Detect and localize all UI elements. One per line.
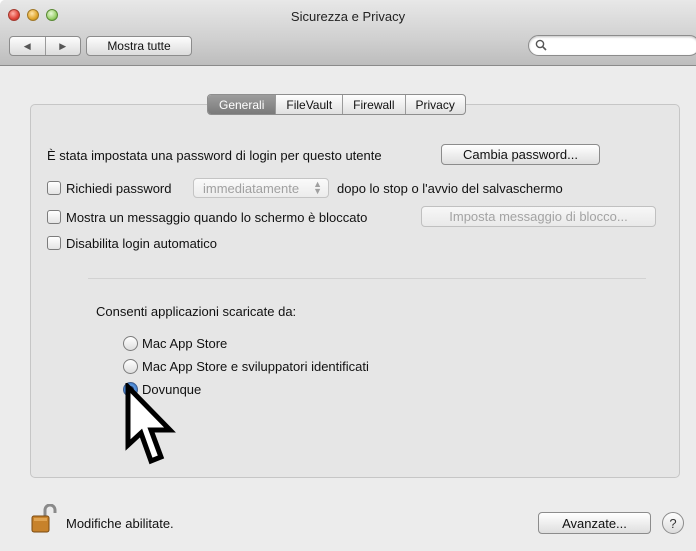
- search-field[interactable]: [528, 35, 696, 56]
- require-password-delay-select[interactable]: immediatamente ▲ ▼: [193, 178, 329, 198]
- tab-firewall[interactable]: Firewall: [342, 95, 404, 114]
- search-icon: [535, 39, 547, 51]
- back-forward-control: ◀ ▶: [9, 36, 81, 56]
- chevron-updown-icon: ▲ ▼: [313, 179, 322, 196]
- tab-bar: Generali FileVault Firewall Privacy: [207, 94, 466, 115]
- mouse-pointer-icon: [124, 380, 180, 472]
- change-password-button[interactable]: Cambia password...: [441, 144, 600, 165]
- radio-mac-app-store[interactable]: [123, 336, 138, 351]
- require-password-suffix: dopo lo stop o l'avvio del salvaschermo: [337, 181, 563, 196]
- require-password-label: Richiedi password: [66, 181, 172, 196]
- show-message-label: Mostra un messaggio quando lo schermo è …: [66, 210, 368, 225]
- advanced-button[interactable]: Avanzate...: [538, 512, 651, 534]
- require-password-checkbox[interactable]: [47, 181, 61, 195]
- preferences-window: Sicurezza e Privacy ◀ ▶ Mostra tutte Gen…: [0, 0, 696, 551]
- help-button[interactable]: ?: [662, 512, 684, 534]
- password-status-text: È stata impostata una password di login …: [47, 148, 382, 163]
- radio-identified-developers-label: Mac App Store e sviluppatori identificat…: [142, 359, 369, 374]
- disable-autologin-checkbox[interactable]: [47, 236, 61, 250]
- unlocked-padlock-icon[interactable]: [31, 503, 59, 537]
- radio-mac-app-store-label: Mac App Store: [142, 336, 228, 351]
- disable-autologin-label: Disabilita login automatico: [66, 236, 218, 251]
- radio-identified-developers[interactable]: [123, 359, 138, 374]
- show-message-checkbox[interactable]: [47, 210, 61, 224]
- window-title: Sicurezza e Privacy: [290, 9, 406, 24]
- tab-filevault[interactable]: FileVault: [275, 95, 342, 114]
- section-divider: [88, 278, 646, 279]
- tab-privacy[interactable]: Privacy: [404, 95, 465, 114]
- show-all-button[interactable]: Mostra tutte: [86, 36, 192, 56]
- lock-status-text: Modifiche abilitate.: [66, 516, 174, 531]
- forward-icon[interactable]: ▶: [44, 37, 81, 55]
- set-lock-message-button[interactable]: Imposta messaggio di blocco...: [421, 206, 656, 227]
- require-password-delay-value: immediatamente: [203, 180, 300, 196]
- downloads-heading: Consenti applicazioni scaricate da:: [96, 304, 297, 319]
- back-icon[interactable]: ◀: [10, 37, 45, 55]
- titlebar: Sicurezza e Privacy ◀ ▶ Mostra tutte: [0, 0, 696, 66]
- tab-generali[interactable]: Generali: [208, 95, 276, 114]
